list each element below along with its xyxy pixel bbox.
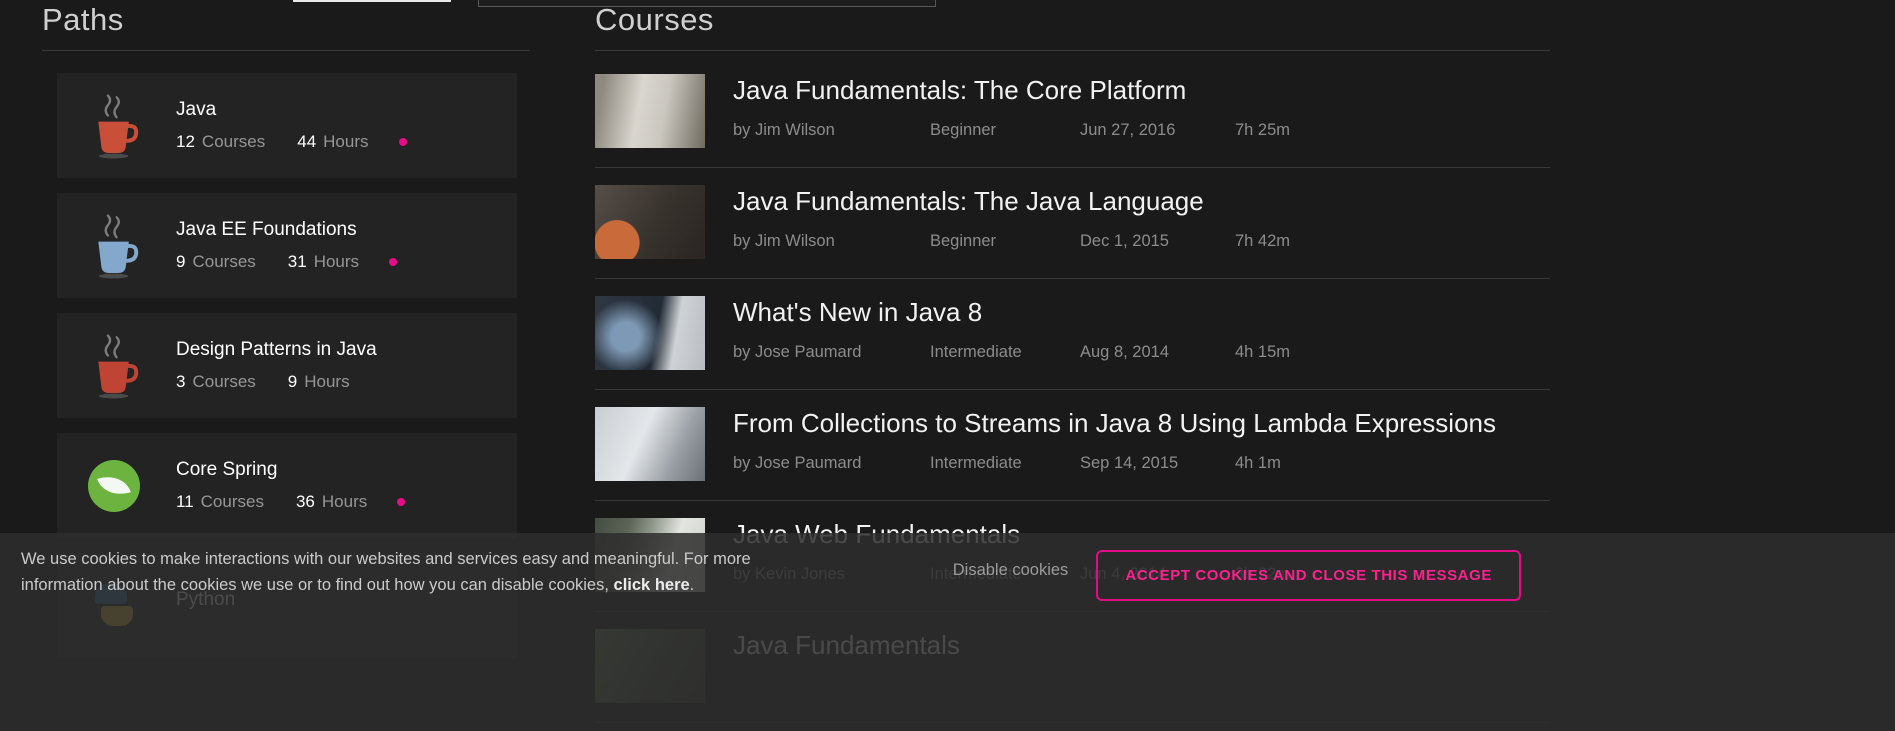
course-date: Aug 8, 2014 — [1080, 343, 1235, 362]
path-course-count: 3 — [176, 372, 185, 392]
cookie-message-period: . — [690, 576, 695, 594]
path-badge-icon — [389, 258, 397, 266]
path-badge-icon — [399, 138, 407, 146]
course-meta: by Jim Wilson Beginner Jun 27, 2016 7h 2… — [733, 121, 1290, 140]
filter-box-remnant[interactable] — [478, 0, 936, 7]
path-course-count: 12 — [176, 132, 195, 152]
path-course-label: Courses — [201, 492, 264, 512]
path-card-java[interactable]: Java 12 Courses 44 Hours — [57, 73, 517, 178]
course-meta: by Jose Paumard Intermediate Aug 8, 2014… — [733, 343, 1290, 362]
course-title[interactable]: From Collections to Streams in Java 8 Us… — [733, 408, 1496, 439]
course-date: Dec 1, 2015 — [1080, 232, 1235, 251]
java-coffee-cup-icon — [85, 208, 143, 284]
path-stats: 11 Courses 36 Hours — [176, 492, 405, 512]
path-title: Java EE Foundations — [176, 219, 397, 241]
course-author: by Jim Wilson — [733, 121, 930, 140]
path-badge-icon — [397, 498, 405, 506]
course-meta: by Jim Wilson Beginner Dec 1, 2015 7h 42… — [733, 232, 1290, 251]
cookie-message-line2: information about the cookies we use or … — [21, 576, 614, 594]
course-thumbnail[interactable] — [595, 185, 705, 259]
path-hours-count: 31 — [288, 252, 307, 272]
cookie-message-line1: We use cookies to make interactions with… — [21, 550, 751, 568]
path-title: Core Spring — [176, 459, 405, 481]
path-course-count: 11 — [176, 492, 194, 512]
course-duration: 7h 25m — [1235, 121, 1290, 140]
course-thumbnail[interactable] — [595, 407, 705, 481]
course-row[interactable]: Java Fundamentals: The Java Language by … — [595, 168, 1550, 279]
course-title[interactable]: Java Fundamentals: The Java Language — [733, 186, 1290, 217]
paths-heading: Paths — [42, 2, 530, 51]
path-course-label: Courses — [192, 372, 255, 392]
path-hours-label: Hours — [323, 132, 368, 152]
course-thumbnail[interactable] — [595, 74, 705, 148]
course-row[interactable]: From Collections to Streams in Java 8 Us… — [595, 390, 1550, 501]
cookie-message: We use cookies to make interactions with… — [21, 547, 821, 598]
course-date: Sep 14, 2015 — [1080, 454, 1235, 473]
course-level: Beginner — [930, 232, 1080, 251]
course-row[interactable]: What's New in Java 8 by Jose Paumard Int… — [595, 279, 1550, 390]
course-author: by Jose Paumard — [733, 454, 930, 473]
path-hours-count: 44 — [297, 132, 316, 152]
path-stats: 12 Courses 44 Hours — [176, 132, 407, 152]
path-stats: 9 Courses 31 Hours — [176, 252, 397, 272]
courses-heading: Courses — [595, 2, 1550, 51]
disable-cookies-button[interactable]: Disable cookies — [947, 560, 1075, 581]
course-row[interactable]: Java Fundamentals: The Core Platform by … — [595, 51, 1550, 168]
accept-cookies-button[interactable]: ACCEPT COOKIES AND CLOSE THIS MESSAGE — [1096, 550, 1521, 601]
course-duration: 4h 1m — [1235, 454, 1281, 473]
path-course-label: Courses — [202, 132, 265, 152]
course-level: Intermediate — [930, 454, 1080, 473]
path-hours-count: 36 — [296, 492, 315, 512]
active-tab-underline — [293, 0, 451, 2]
course-level: Beginner — [930, 121, 1080, 140]
course-author: by Jim Wilson — [733, 232, 930, 251]
path-stats: 3 Courses 9 Hours — [176, 372, 377, 392]
course-level: Intermediate — [930, 343, 1080, 362]
path-card-design-patterns[interactable]: Design Patterns in Java 3 Courses 9 Hour… — [57, 313, 517, 418]
course-duration: 4h 15m — [1235, 343, 1290, 362]
course-thumbnail[interactable] — [595, 296, 705, 370]
course-title[interactable]: Java Fundamentals: The Core Platform — [733, 75, 1290, 106]
path-card-core-spring[interactable]: Core Spring 11 Courses 36 Hours — [57, 433, 517, 538]
java-coffee-cup-icon — [85, 328, 143, 404]
java-coffee-cup-icon — [85, 88, 143, 164]
course-duration: 7h 42m — [1235, 232, 1290, 251]
path-title: Design Patterns in Java — [176, 339, 377, 361]
course-date: Jun 27, 2016 — [1080, 121, 1235, 140]
path-hours-label: Hours — [304, 372, 349, 392]
course-title[interactable]: What's New in Java 8 — [733, 297, 1290, 328]
spring-leaf-icon — [85, 448, 143, 524]
path-course-label: Courses — [192, 252, 255, 272]
path-hours-label: Hours — [322, 492, 367, 512]
path-hours-count: 9 — [288, 372, 297, 392]
path-course-count: 9 — [176, 252, 185, 272]
course-meta: by Jose Paumard Intermediate Sep 14, 201… — [733, 454, 1496, 473]
click-here-link[interactable]: click here — [614, 576, 690, 594]
path-card-java-ee[interactable]: Java EE Foundations 9 Courses 31 Hours — [57, 193, 517, 298]
course-author: by Jose Paumard — [733, 343, 930, 362]
path-hours-label: Hours — [314, 252, 359, 272]
cookie-banner: We use cookies to make interactions with… — [0, 533, 1895, 731]
path-title: Java — [176, 99, 407, 121]
